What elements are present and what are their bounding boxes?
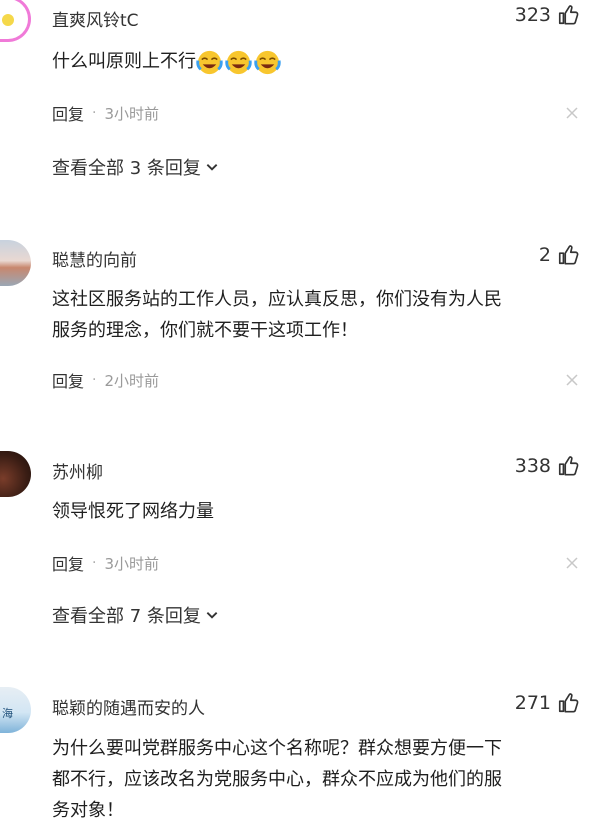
comment-meta: 回复 · 3小时前 — [52, 101, 159, 125]
thumbs-up-icon — [557, 244, 579, 266]
thumbs-up-icon — [557, 4, 579, 26]
timestamp: 3小时前 — [104, 104, 160, 123]
crying-laugh-icon — [254, 49, 281, 76]
username[interactable]: 聪颖的随遇而安的人 — [52, 694, 205, 719]
crying-laugh-icon — [225, 49, 252, 76]
emoji-group — [196, 49, 281, 76]
reply-button[interactable]: 回复 — [52, 368, 84, 392]
comment-meta: 回复 · 3小时前 — [52, 551, 159, 575]
view-all-label: 查看全部 3 条回复 — [52, 158, 201, 179]
crying-laugh-icon — [196, 49, 223, 76]
comment-text-line: 务对象！ — [52, 800, 124, 821]
comment-text-line: 都不行，应该改名为党服务中心，群众不应成为他们的服 — [52, 769, 502, 790]
timestamp: 3小时前 — [104, 554, 160, 573]
separator-dot: · — [92, 372, 97, 388]
separator-dot: · — [92, 105, 97, 121]
thumbs-up-icon — [557, 455, 579, 477]
avatar[interactable] — [0, 240, 31, 286]
like-count: 2 — [538, 244, 551, 266]
like-button[interactable]: 2 — [539, 244, 579, 266]
comment-text: 领导恨死了网络力量 — [52, 496, 582, 527]
comment-meta: 回复 · 2小时前 — [52, 368, 159, 392]
view-all-replies-button[interactable]: 查看全部 3 条回复 — [52, 154, 219, 180]
comment-text: 这社区服务站的工作人员，应认真反思，你们没有为人民 服务的理念，你们就不要干这项… — [52, 284, 582, 346]
comment-text: 什么叫原则上不行 — [52, 46, 582, 77]
thumbs-up-icon — [557, 692, 579, 714]
comment-text-line: 这社区服务站的工作人员，应认真反思，你们没有为人民 — [52, 289, 502, 310]
comment-text-line: 什么叫原则上不行 — [52, 51, 196, 72]
close-icon[interactable] — [566, 557, 578, 569]
smiley-avatar-icon — [2, 14, 14, 26]
timestamp: 2小时前 — [104, 371, 160, 390]
avatar[interactable] — [0, 0, 31, 42]
chevron-down-icon — [205, 160, 219, 174]
comment-text-line: 为什么要叫党群服务中心这个名称呢？群众想要方便一下 — [52, 738, 502, 759]
view-all-replies-button[interactable]: 查看全部 7 条回复 — [52, 602, 219, 628]
reply-button[interactable]: 回复 — [52, 551, 84, 575]
close-icon[interactable] — [566, 107, 578, 119]
username[interactable]: 直爽风铃tC — [52, 6, 139, 31]
like-button[interactable]: 271 — [515, 692, 579, 714]
reply-button[interactable]: 回复 — [52, 101, 84, 125]
close-icon[interactable] — [566, 374, 578, 386]
username[interactable]: 苏州柳 — [52, 458, 103, 483]
like-count: 323 — [514, 4, 551, 26]
username[interactable]: 聪慧的向前 — [52, 246, 137, 271]
avatar[interactable] — [0, 451, 31, 497]
like-button[interactable]: 338 — [515, 455, 579, 477]
view-all-label: 查看全部 7 条回复 — [52, 606, 201, 627]
avatar[interactable]: 海 — [0, 687, 31, 733]
chevron-down-icon — [205, 608, 219, 622]
comment-text: 为什么要叫党群服务中心这个名称呢？群众想要方便一下 都不行，应该改名为党服务中心… — [52, 733, 582, 826]
comment-text-line: 领导恨死了网络力量 — [52, 501, 214, 522]
comment-text-line: 服务的理念，你们就不要干这项工作！ — [52, 320, 358, 341]
like-count: 338 — [514, 455, 551, 477]
separator-dot: · — [92, 555, 97, 571]
avatar-text: 海 — [2, 707, 13, 720]
like-count: 271 — [514, 692, 551, 714]
like-button[interactable]: 323 — [515, 4, 579, 26]
